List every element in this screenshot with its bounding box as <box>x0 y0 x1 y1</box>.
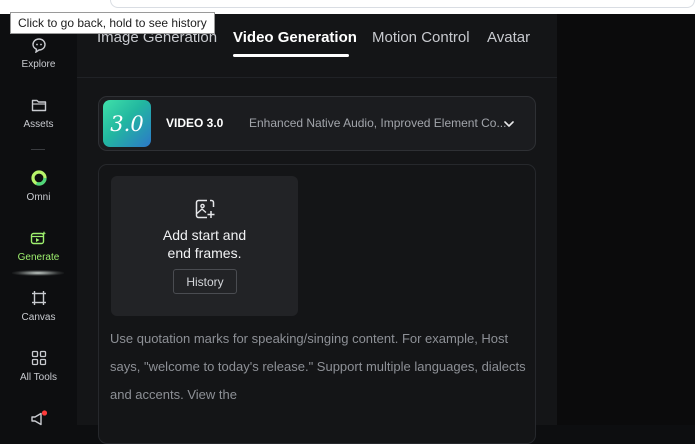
sidebar-item-label: Assets <box>23 119 54 130</box>
sidebar: Explore Assets Omni Generate Canvas All … <box>0 14 77 426</box>
sidebar-item-omni[interactable]: Omni <box>0 169 77 203</box>
sidebar-item-label: Generate <box>17 252 60 263</box>
address-bar[interactable] <box>110 0 695 8</box>
sidebar-item-label: All Tools <box>19 372 58 383</box>
main-panel: Image Generation Video Generation Motion… <box>77 14 557 444</box>
folder-icon <box>30 96 48 114</box>
sidebar-item-all-tools[interactable]: All Tools <box>0 349 77 383</box>
active-tab-indicator <box>233 54 349 57</box>
add-image-icon <box>194 198 216 220</box>
sidebar-item-generate[interactable]: Generate <box>0 229 77 263</box>
active-indicator <box>12 270 64 276</box>
history-button[interactable]: History <box>173 269 237 294</box>
grid-icon <box>30 349 48 367</box>
prompt-panel: Add start and end frames. History Use qu… <box>98 164 536 444</box>
sidebar-item-canvas[interactable]: Canvas <box>0 289 77 323</box>
chevron-down-icon[interactable] <box>502 117 516 131</box>
canvas-icon <box>30 289 48 307</box>
add-frames-label: Add start and end frames. <box>162 227 247 261</box>
sidebar-item-announcements[interactable] <box>0 410 77 433</box>
sidebar-divider <box>31 149 45 150</box>
sidebar-item-label: Omni <box>26 192 51 203</box>
sidebar-item-explore[interactable]: Explore <box>0 36 77 70</box>
generate-icon <box>30 229 48 247</box>
tab-motion-control[interactable]: Motion Control <box>372 29 470 46</box>
sidebar-item-label: Canvas <box>21 312 56 323</box>
model-selector[interactable]: 3.0 VIDEO 3.0 Enhanced Native Audio, Imp… <box>98 96 536 151</box>
sidebar-item-label: Explore <box>21 59 56 70</box>
prompt-input[interactable]: Use quotation marks for speaking/singing… <box>110 325 535 409</box>
add-frames-card[interactable]: Add start and end frames. History <box>111 176 298 316</box>
megaphone-icon <box>30 410 48 428</box>
omni-ring-icon <box>30 169 48 187</box>
preview-area <box>557 14 695 425</box>
sidebar-item-assets[interactable]: Assets <box>0 96 77 130</box>
model-logo: 3.0 <box>103 100 151 147</box>
model-name: VIDEO 3.0 <box>166 116 224 130</box>
tab-avatar[interactable]: Avatar <box>487 29 530 46</box>
back-button-tooltip: Click to go back, hold to see history <box>10 12 215 34</box>
explore-icon <box>30 36 48 54</box>
tab-video-generation[interactable]: Video Generation <box>233 29 357 46</box>
model-description: Enhanced Native Audio, Improved Element … <box>249 116 507 130</box>
